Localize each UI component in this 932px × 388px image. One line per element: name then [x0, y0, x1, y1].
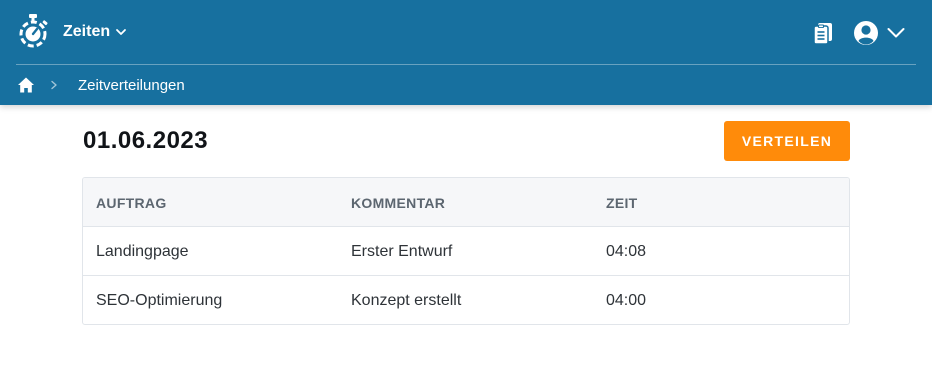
cell-zeit: 04:08 [606, 242, 647, 260]
zeiten-menu-dropdown[interactable]: Zeiten [63, 20, 127, 44]
cell-kommentar: Konzept erstellt [351, 291, 462, 309]
header-row: Zeiten [0, 0, 932, 64]
column-header-auftrag[interactable]: AUFTRAG [96, 178, 167, 227]
table-header-row: AUFTRAG KOMMENTAR ZEIT [83, 178, 849, 227]
time-distribution-table: AUFTRAG KOMMENTAR ZEIT Landingpage Erste… [82, 177, 850, 325]
table-row[interactable]: Landingpage Erster Entwurf 04:08 [83, 227, 849, 276]
user-menu-button[interactable] [853, 19, 907, 47]
header-divider [16, 64, 916, 65]
top-navigation-bar: Zeiten Zeitverteilungen [0, 0, 932, 105]
column-header-kommentar[interactable]: KOMMENTAR [351, 178, 445, 227]
page-title-date: 01.06.2023 [83, 127, 209, 154]
cell-kommentar: Erster Entwurf [351, 242, 453, 260]
verteilen-button[interactable]: VERTEILEN [724, 121, 850, 161]
chevron-right-icon [51, 80, 57, 90]
home-icon[interactable] [17, 76, 35, 94]
breadcrumb: Zeitverteilungen [17, 74, 185, 96]
cell-auftrag: Landingpage [96, 242, 189, 260]
stopwatch-logo-icon[interactable] [17, 14, 49, 48]
clipboard-icon[interactable] [812, 21, 834, 45]
column-header-zeit[interactable]: ZEIT [606, 178, 638, 227]
cell-zeit: 04:00 [606, 291, 647, 309]
table-row[interactable]: SEO-Optimierung Konzept erstellt 04:00 [83, 276, 849, 324]
breadcrumb-item-zeitverteilungen[interactable]: Zeitverteilungen [78, 77, 185, 94]
menu-title-label: Zeiten [63, 23, 111, 40]
chevron-down-icon [887, 28, 905, 38]
chevron-down-icon [116, 29, 127, 35]
user-circle-icon [854, 21, 878, 45]
cell-auftrag: SEO-Optimierung [96, 291, 223, 309]
